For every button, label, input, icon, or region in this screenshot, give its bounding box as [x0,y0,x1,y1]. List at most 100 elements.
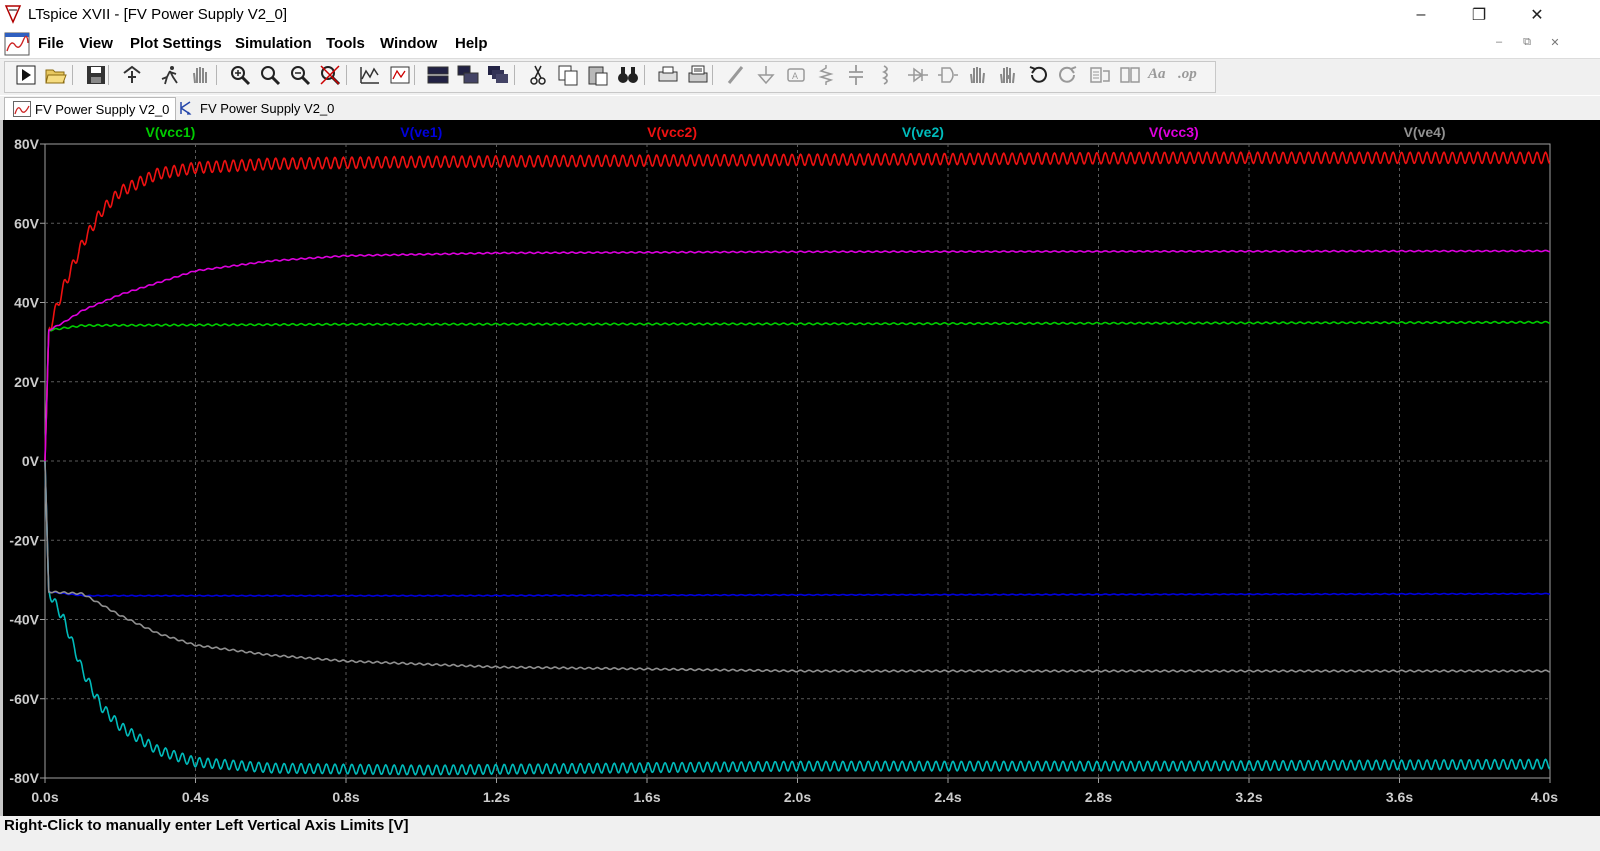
y-tick-label: -60V [9,691,39,707]
status-message: Right-Click to manually enter Left Verti… [4,817,409,834]
control-panel-icon[interactable] [120,63,144,87]
autorange-icon[interactable] [358,63,382,87]
tile-horizontal-icon[interactable] [426,63,450,87]
y-tick-label: 40V [14,295,40,311]
menu-tools[interactable]: Tools [326,35,365,52]
find-icon[interactable] [616,63,640,87]
tab-schematic-label: FV Power Supply V2_0 [200,101,335,116]
toolbar-separator [108,65,109,85]
window-title: LTspice XVII - [FV Power Supply V2_0] [28,6,288,23]
x-tick-label: 0.4s [182,789,209,805]
redo-icon[interactable] [1056,63,1080,87]
trace-label[interactable]: V(ve1) [400,124,442,140]
menu-file[interactable]: File [38,35,64,52]
copy-icon[interactable] [556,63,580,87]
y-tick-label: 80V [14,136,40,152]
menu-help[interactable]: Help [455,35,488,52]
x-tick-label: 1.6s [633,789,660,805]
close-button[interactable]: ✕ [1514,0,1560,30]
mdi-restore-button[interactable]: ⧉ [1518,36,1536,49]
y-tick-label: -20V [9,532,39,548]
menu-bar: File View Plot Settings Simulation Tools… [0,30,1600,58]
y-tick-label: 20V [14,374,40,390]
pan-icon[interactable] [188,63,212,87]
tab-waveform[interactable]: FV Power Supply V2_0 [4,97,177,120]
title-bar: LTspice XVII - [FV Power Supply V2_0] – … [0,0,1600,30]
x-tick-label: 0.0s [31,789,58,805]
move-icon[interactable] [966,63,990,87]
rotate-icon[interactable] [1088,63,1112,87]
tab-waveform-label: FV Power Supply V2_0 [35,102,170,117]
trace-label[interactable]: V(ve2) [902,124,944,140]
zoom-out-icon[interactable] [288,63,312,87]
toolbar-separator [346,65,347,85]
wire-icon[interactable] [724,63,748,87]
toolbar-separator [712,65,713,85]
capacitor-icon[interactable] [844,63,868,87]
menu-window[interactable]: Window [380,35,437,52]
zoom-cancel-icon[interactable] [318,63,342,87]
ltspice-app-icon [4,5,22,24]
x-tick-label: 2.4s [934,789,961,805]
x-tick-label: 4.0s [1531,789,1558,805]
undo-icon[interactable] [1026,63,1050,87]
x-tick-label: 3.6s [1386,789,1413,805]
resistor-icon[interactable] [814,63,838,87]
toolbar-separator [514,65,515,85]
x-tick-label: 2.8s [1085,789,1112,805]
mirror-icon[interactable] [1118,63,1142,87]
trace-label[interactable]: V(vcc2) [647,124,697,140]
minimize-button[interactable]: – [1398,0,1444,30]
text-icon[interactable]: Aa [1148,63,1172,87]
waveform-viewer[interactable]: 0.0s 0.4s 0.8s 1.2s 1.6s 2.0s 2.4s 2.8s 3.2s 3.6s… [0,120,1600,816]
restore-button[interactable]: ❐ [1456,0,1502,30]
paste-icon[interactable] [586,63,610,87]
cascade-icon[interactable] [486,63,510,87]
x-tick-label: 3.2s [1235,789,1262,805]
component-icon[interactable] [936,63,960,87]
waveform-tab-icon [13,101,31,117]
x-tick-label: 1.2s [483,789,510,805]
status-bar: Right-Click to manually enter Left Verti… [0,816,1600,851]
document-tabs: FV Power Supply V2_0 FV Power Supply V2_… [0,95,1600,120]
tab-schematic[interactable]: FV Power Supply V2_0 [170,97,340,120]
halt-icon[interactable] [158,63,182,87]
waveform-plot[interactable]: 0.0s 0.4s 0.8s 1.2s 1.6s 2.0s 2.4s 2.8s 3.2s 3.6s… [3,120,1600,816]
diode-icon[interactable] [906,63,930,87]
y-tick-label: -40V [9,612,39,628]
save-icon[interactable] [84,63,108,87]
schematic-tab-icon [180,101,192,115]
mdi-minimize-button[interactable]: – [1490,36,1508,48]
label-net-icon[interactable]: A [784,63,808,87]
drag-icon[interactable] [996,63,1020,87]
y-tick-label: 60V [14,215,40,231]
toolbar-separator [644,65,645,85]
print-setup-icon[interactable] [686,63,710,87]
inductor-icon[interactable] [874,63,898,87]
trace-label[interactable]: V(vcc3) [1149,124,1199,140]
toolbar-separator [216,65,217,85]
print-icon[interactable] [656,63,680,87]
toolbar-separator [414,65,415,85]
svg-text:A: A [792,71,798,81]
tile-vertical-icon[interactable] [456,63,480,87]
menu-plot-settings[interactable]: Plot Settings [130,35,222,52]
open-icon[interactable] [44,63,68,87]
y-tick-label: -80V [9,770,39,786]
trace-label[interactable]: V(vcc1) [146,124,196,140]
add-plot-pane-icon[interactable] [388,63,412,87]
ground-icon[interactable] [754,63,778,87]
x-tick-label: 0.8s [332,789,359,805]
run-icon[interactable] [14,63,38,87]
menu-view[interactable]: View [79,35,113,52]
cut-icon[interactable] [526,63,550,87]
toolbar: A Aa .op [0,58,1600,94]
menu-simulation[interactable]: Simulation [235,35,312,52]
zoom-in-icon[interactable] [258,63,282,87]
mdi-close-button[interactable]: ✕ [1546,36,1564,49]
spice-directive-icon[interactable]: .op [1178,63,1202,87]
toolbar-separator [72,65,73,85]
trace-label[interactable]: V(ve4) [1404,124,1446,140]
zoom-area-icon[interactable] [228,63,252,87]
waveform-document-icon[interactable] [4,31,30,57]
